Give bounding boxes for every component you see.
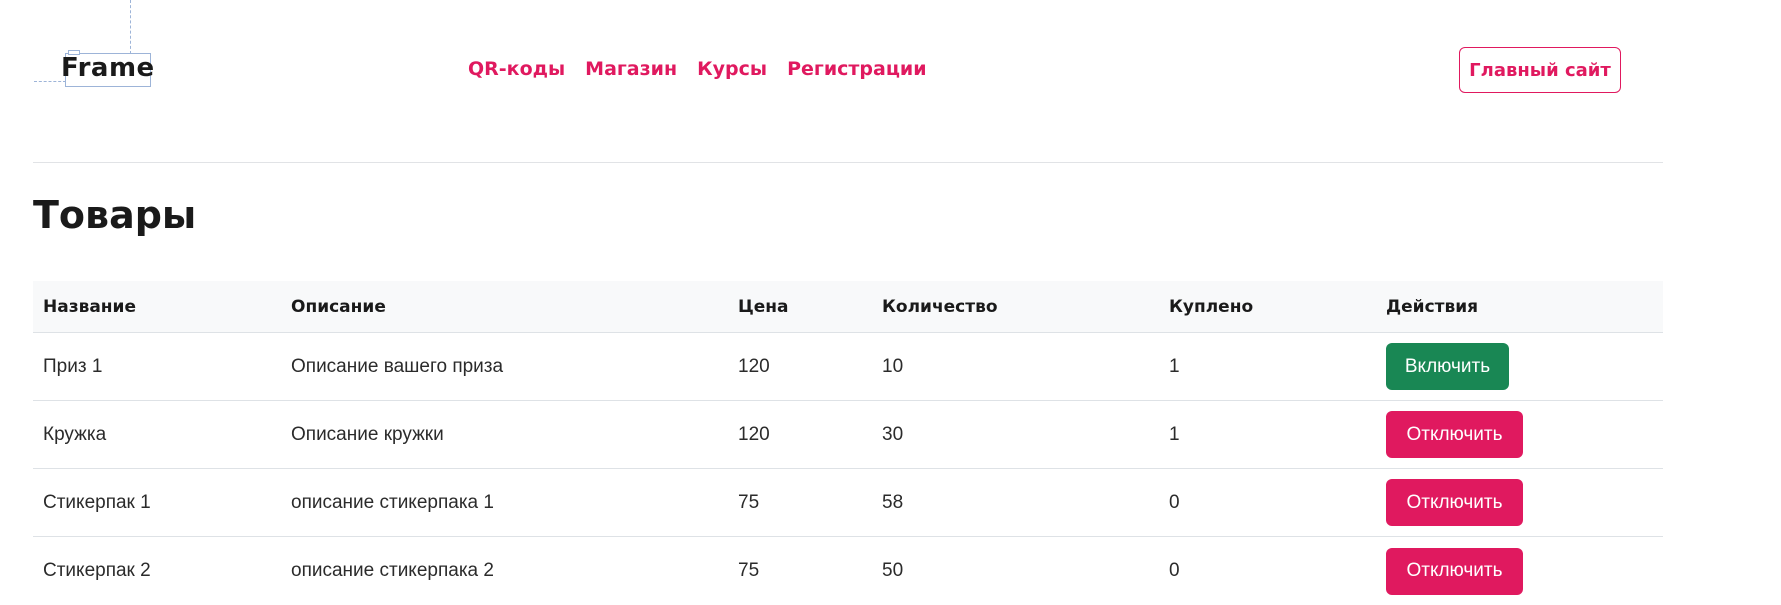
cell-quantity: 58 bbox=[882, 491, 904, 513]
main-nav: QR-коды Магазин Курсы Регистрации bbox=[468, 58, 927, 80]
cell-actions: Включить bbox=[1386, 333, 1509, 400]
table-row: Стикерпак 2 описание стикерпака 2 75 50 … bbox=[33, 537, 1663, 605]
table-body: Приз 1 Описание вашего приза 120 10 1 Вк… bbox=[33, 333, 1663, 605]
cell-price: 120 bbox=[738, 423, 770, 445]
cell-name: Кружка bbox=[43, 423, 107, 445]
column-header-name: Название bbox=[43, 296, 136, 317]
disable-button[interactable]: Отключить bbox=[1386, 547, 1523, 595]
disable-button[interactable]: Отключить bbox=[1386, 411, 1523, 458]
cell-quantity: 10 bbox=[882, 355, 904, 377]
table-row: Стикерпак 1 описание стикерпака 1 75 58 … bbox=[33, 469, 1663, 537]
nav-link-qr-codes[interactable]: QR-коды bbox=[468, 58, 565, 80]
column-header-actions: Действия bbox=[1386, 296, 1479, 317]
table-header-row: Название Описание Цена Количество Куплен… bbox=[33, 281, 1663, 333]
cell-description: Описание вашего приза bbox=[291, 355, 504, 377]
cell-price: 75 bbox=[738, 560, 760, 581]
disable-button[interactable]: Отключить bbox=[1386, 479, 1523, 526]
cell-description: Описание кружки bbox=[291, 423, 444, 445]
logo-text: Frame bbox=[61, 53, 155, 83]
header-divider bbox=[33, 162, 1663, 163]
column-header-quantity: Количество bbox=[882, 296, 998, 317]
nav-link-shop[interactable]: Магазин bbox=[585, 58, 677, 80]
cell-actions: Отключить bbox=[1386, 537, 1523, 605]
cell-name: Приз 1 bbox=[43, 355, 103, 377]
cell-actions: Отключить bbox=[1386, 469, 1523, 536]
cell-description: описание стикерпака 1 bbox=[291, 491, 494, 513]
cell-actions: Отключить bbox=[1386, 401, 1523, 468]
nav-link-courses[interactable]: Курсы bbox=[697, 58, 767, 80]
table-row: Кружка Описание кружки 120 30 1 Отключит… bbox=[33, 401, 1663, 469]
column-header-price: Цена bbox=[738, 296, 789, 317]
table-row: Приз 1 Описание вашего приза 120 10 1 Вк… bbox=[33, 333, 1663, 401]
main-site-button[interactable]: Главный сайт bbox=[1459, 47, 1621, 93]
cell-name: Стикерпак 2 bbox=[43, 560, 151, 581]
selection-guide-vertical bbox=[130, 0, 131, 54]
cell-bought: 0 bbox=[1169, 491, 1180, 513]
logo[interactable]: Frame bbox=[34, 0, 164, 100]
enable-button[interactable]: Включить bbox=[1386, 343, 1509, 390]
cell-quantity: 50 bbox=[882, 560, 904, 581]
cell-bought: 0 bbox=[1169, 560, 1180, 581]
cell-price: 75 bbox=[738, 491, 760, 513]
cell-description: описание стикерпака 2 bbox=[291, 560, 494, 581]
nav-link-registrations[interactable]: Регистрации bbox=[787, 58, 926, 80]
cell-quantity: 30 bbox=[882, 423, 904, 445]
cell-bought: 1 bbox=[1169, 355, 1180, 377]
cell-price: 120 bbox=[738, 355, 770, 377]
site-header: Frame QR-коды Магазин Курсы Регистрации … bbox=[0, 0, 1781, 163]
column-header-description: Описание bbox=[291, 296, 386, 317]
products-table: Название Описание Цена Количество Куплен… bbox=[33, 281, 1663, 605]
page-title: Товары bbox=[33, 193, 197, 237]
column-header-bought: Куплено bbox=[1169, 296, 1254, 317]
cell-bought: 1 bbox=[1169, 423, 1180, 445]
cell-name: Стикерпак 1 bbox=[43, 491, 151, 513]
